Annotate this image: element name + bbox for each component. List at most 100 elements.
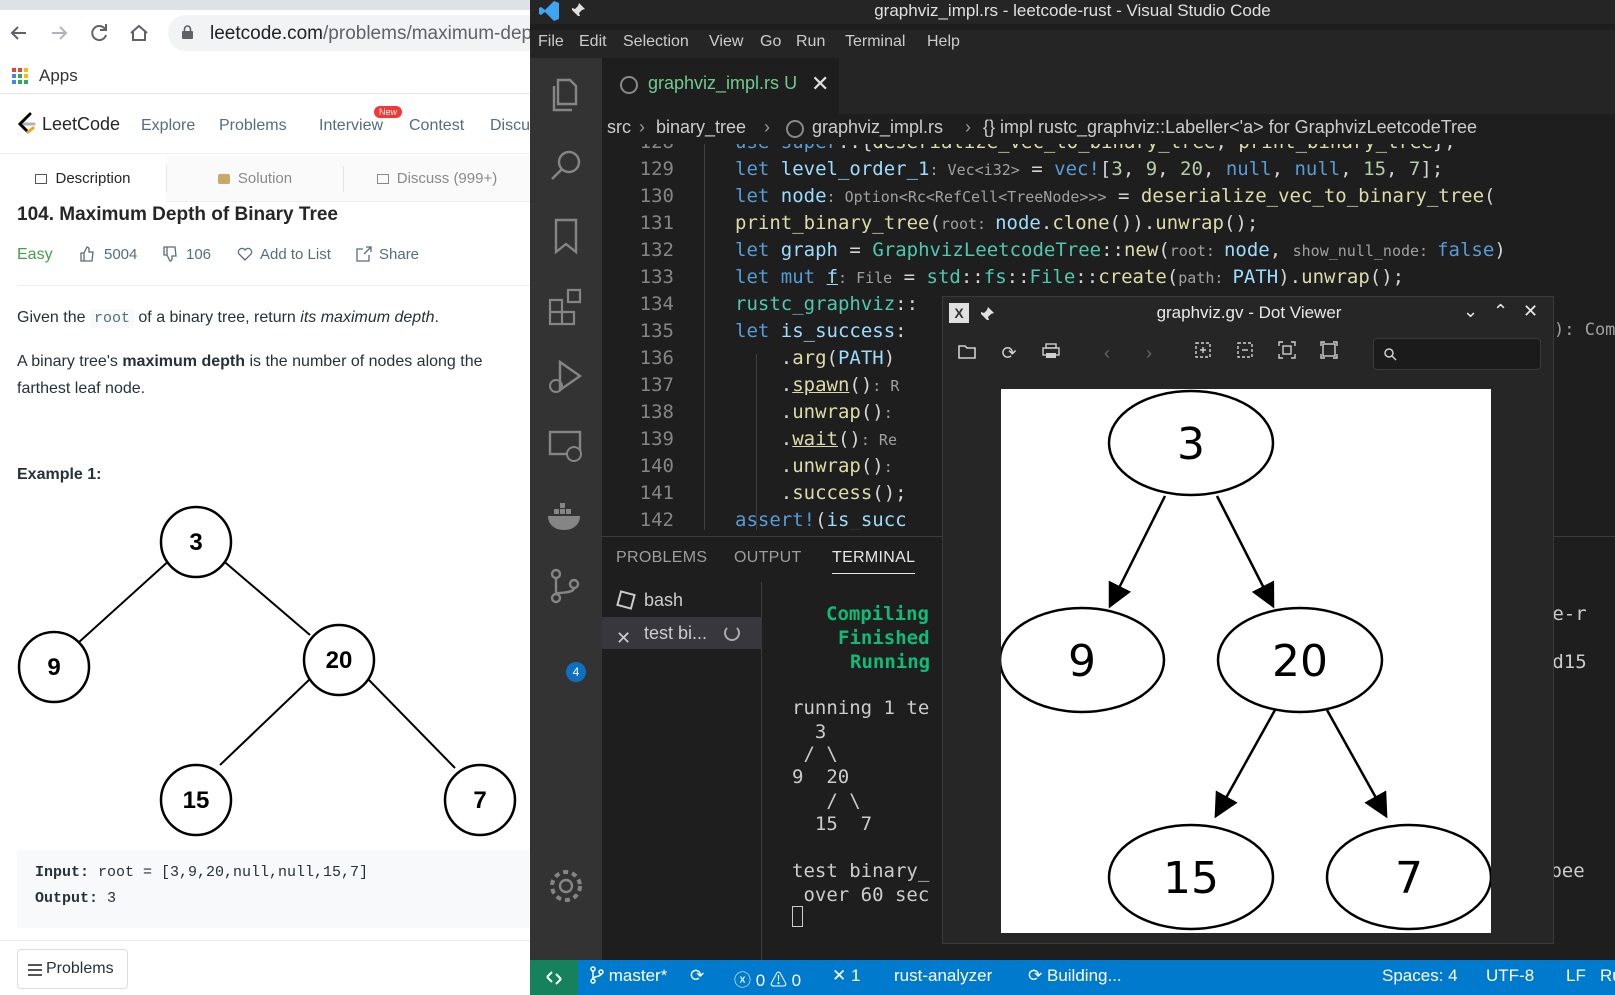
remote-indicator[interactable]	[530, 960, 578, 995]
explorer-icon[interactable]	[546, 74, 586, 114]
terminal-cursor	[792, 905, 803, 927]
docker-icon[interactable]	[546, 496, 586, 536]
leetcode-navbar: LeetCode Explore Problems Interview New …	[0, 100, 530, 154]
tab-description[interactable]: Description	[0, 156, 166, 202]
extensions-icon[interactable]	[546, 286, 586, 326]
language-status[interactable]: Ru	[1600, 966, 1615, 986]
panel-tab-problems[interactable]: PROBLEMS	[616, 549, 707, 567]
menu-terminal[interactable]: Terminal	[845, 33, 905, 51]
back-icon[interactable]: ‹	[1095, 341, 1119, 365]
indent-status[interactable]: Spaces: 4	[1382, 966, 1458, 986]
graph-canvas[interactable]: 3 9 20 15 7	[1001, 389, 1491, 933]
graph-node-label: 7	[1395, 853, 1423, 904]
thumbs-down-icon[interactable]	[162, 246, 178, 266]
reload-icon[interactable]	[86, 20, 112, 46]
apps-bookmark[interactable]: Apps	[39, 66, 78, 86]
open-folder-icon[interactable]	[955, 341, 979, 365]
menubar: File Edit Selection View Go Run Terminal…	[530, 30, 1615, 58]
nav-contest[interactable]: Contest	[409, 117, 464, 135]
share-button[interactable]: Share	[379, 246, 419, 263]
terminal-list: bash ✕ test bi...	[602, 582, 762, 961]
problems-status[interactable]: ⓧ 0 ⚠ 0	[734, 966, 801, 991]
nav-discuss[interactable]: Discu	[490, 117, 530, 135]
minimize-icon[interactable]: ⌄	[1463, 301, 1478, 322]
zoom-out-icon[interactable]	[1233, 341, 1257, 365]
home-icon[interactable]	[126, 20, 152, 46]
eol-status[interactable]: LF	[1566, 966, 1586, 986]
menu-view[interactable]: View	[709, 33, 743, 51]
dot-viewer-toolbar: ⟳ ‹ ›	[943, 331, 1553, 375]
rust-analyzer-status[interactable]: rust-analyzer	[894, 966, 992, 986]
print-icon[interactable]	[1039, 341, 1063, 365]
close-icon[interactable]: ✕	[811, 71, 829, 97]
menu-edit[interactable]: Edit	[579, 33, 607, 51]
back-icon[interactable]	[6, 20, 32, 46]
add-to-list-button[interactable]: Add to List	[260, 246, 331, 263]
reload-icon[interactable]: ⟳	[997, 341, 1021, 365]
menu-go[interactable]: Go	[760, 33, 781, 51]
terminal-line: 3	[792, 721, 827, 743]
forward-icon[interactable]: ›	[1137, 341, 1161, 365]
breadcrumb-file[interactable]: graphviz_impl.rs	[812, 117, 943, 138]
panel-tab-output[interactable]: OUTPUT	[734, 549, 802, 567]
leetcode-bottom-bar: Problems	[0, 940, 530, 995]
tab-discuss[interactable]: Discuss (999+)	[344, 156, 530, 202]
code-line: 128use super::{deserialize_vec_to_binary…	[602, 144, 1615, 158]
branch-icon	[590, 966, 604, 984]
building-status[interactable]: ⟳ Building...	[1028, 966, 1122, 986]
spinner-icon	[724, 625, 740, 641]
activity-bar: 4	[530, 58, 602, 960]
share-icon[interactable]	[356, 246, 372, 266]
apps-grid-icon[interactable]	[12, 68, 28, 84]
tools-status[interactable]: ✕ 1	[832, 966, 860, 986]
search-icon[interactable]	[546, 146, 586, 186]
breadcrumb-symbol[interactable]: {} impl rustc_graphviz::Labeller<'a> for…	[983, 117, 1477, 138]
menu-run[interactable]: Run	[796, 33, 825, 51]
zoom-fit-icon[interactable]	[1275, 341, 1299, 365]
leetcode-logo[interactable]: LeetCode	[16, 112, 120, 143]
thumbs-up-icon[interactable]	[79, 246, 95, 266]
graph-node-label: 3	[1177, 419, 1205, 470]
chevron-right-icon: ›	[639, 117, 645, 137]
dot-viewer-search-input[interactable]	[1373, 338, 1541, 370]
terminal-line: / \	[792, 790, 861, 812]
maximize-icon[interactable]: ⌃	[1493, 301, 1508, 322]
dot-viewer-window: X graphviz.gv - Dot Viewer ⌄ ⌃ ✕ ⟳ ‹ › 3…	[942, 296, 1554, 944]
terminal-bash[interactable]: bash	[602, 584, 762, 616]
terminal-test[interactable]: ✕ test bi...	[602, 617, 762, 649]
branch-status[interactable]: master*	[590, 966, 667, 986]
remote-icon	[546, 971, 562, 985]
description-paragraph-1: Given the root of a binary tree, return …	[17, 309, 439, 328]
graphviz-tree-render: 3 9 20 15 7	[1001, 389, 1491, 931]
nav-explore[interactable]: Explore	[141, 117, 195, 135]
tree-edge	[367, 678, 456, 769]
run-debug-icon[interactable]	[546, 356, 586, 396]
sync-icon[interactable]: ⟳	[690, 966, 704, 986]
tab-solution[interactable]: Solution	[167, 156, 343, 202]
source-control-icon[interactable]	[546, 566, 586, 606]
heart-icon[interactable]	[237, 246, 253, 266]
menu-file[interactable]: File	[538, 33, 564, 51]
warning-icon: ⚠	[769, 971, 787, 990]
breadcrumb-src[interactable]: src	[607, 117, 631, 138]
panel-tab-terminal[interactable]: TERMINAL	[832, 549, 916, 574]
close-icon[interactable]: ✕	[1523, 301, 1538, 322]
problems-list-button[interactable]: Problems	[17, 949, 128, 989]
remote-explorer-icon[interactable]	[546, 426, 586, 466]
gear-icon[interactable]	[546, 866, 586, 906]
breadcrumb-binary-tree[interactable]: binary_tree	[656, 117, 746, 138]
forward-icon[interactable]	[46, 20, 72, 46]
zoom-in-icon[interactable]	[1191, 341, 1215, 365]
menu-selection[interactable]: Selection	[623, 33, 689, 51]
graph-edge	[1325, 709, 1388, 819]
rust-file-icon	[620, 76, 638, 94]
address-bar[interactable]: leetcode.com/problems/maximum-dep	[168, 15, 530, 51]
zoom-100-icon[interactable]	[1317, 341, 1341, 365]
nav-problems[interactable]: Problems	[219, 117, 287, 135]
terminal-line: running 1 te	[792, 697, 930, 719]
bookmark-icon[interactable]	[546, 216, 586, 256]
encoding-status[interactable]: UTF-8	[1486, 966, 1534, 986]
menu-help[interactable]: Help	[927, 33, 960, 51]
tab-graphviz-impl[interactable]: graphviz_impl.rs U ✕	[602, 58, 839, 114]
nav-interview[interactable]: Interview	[319, 117, 383, 135]
